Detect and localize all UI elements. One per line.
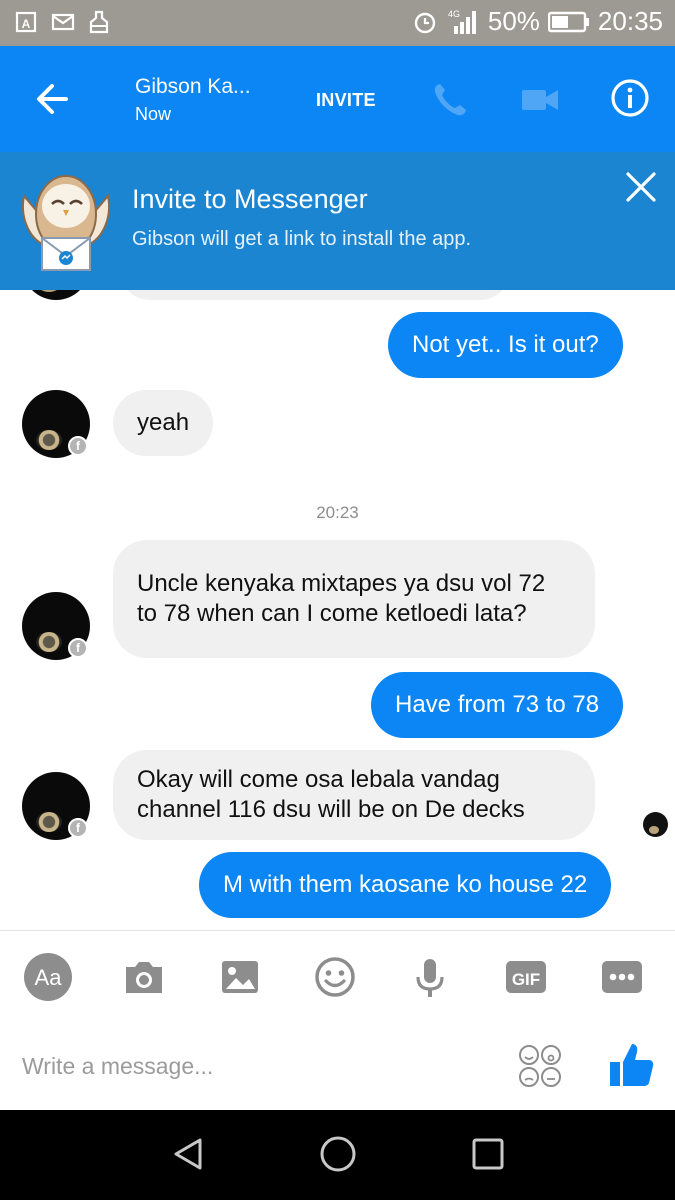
seen-indicator-avatar	[643, 812, 668, 837]
camera-icon[interactable]	[120, 953, 168, 1001]
facebook-badge-icon: f	[68, 436, 88, 456]
phone-icon[interactable]	[430, 80, 470, 120]
message-bubble-incoming[interactable]: Uncle kenyaka mixtapes ya dsu vol 72 to …	[113, 540, 595, 658]
info-icon[interactable]	[610, 78, 650, 118]
message-bubble-outgoing[interactable]: Not yet.. Is it out?	[388, 312, 623, 378]
message-input[interactable]	[22, 1048, 442, 1084]
microphone-icon[interactable]	[406, 953, 454, 1001]
banner-title: Invite to Messenger	[132, 184, 368, 214]
nav-recents-icon[interactable]	[468, 1134, 508, 1174]
message-text: M with them kaosane ko house 22	[223, 871, 588, 898]
facebook-badge-icon: f	[68, 638, 88, 658]
video-camera-icon[interactable]	[520, 84, 560, 116]
gallery-icon[interactable]	[216, 953, 264, 1001]
message-bubble-outgoing[interactable]: M with them kaosane ko house 22	[199, 852, 612, 918]
message-bubble-outgoing[interactable]: Have from 73 to 78	[371, 672, 624, 738]
contact-status: Now	[135, 104, 172, 124]
message-list[interactable]: Not yet.. Is it out? f yeah 20:23 f Uncl…	[0, 290, 675, 930]
message-text: yeah	[137, 409, 190, 436]
gif-icon[interactable]: GIF	[502, 953, 550, 1001]
message-timestamp: 20:23	[316, 503, 359, 522]
composer-toolbar: Aa GIF	[0, 930, 675, 1020]
mail-icon	[51, 13, 75, 31]
invite-button[interactable]: INVITE	[316, 90, 376, 111]
nav-back-icon[interactable]	[168, 1134, 208, 1174]
alarm-icon	[414, 12, 436, 33]
nav-home-icon[interactable]	[318, 1134, 358, 1174]
svg-text:Aa: Aa	[35, 965, 63, 990]
contact-info[interactable]: Gibson Ka... Now	[135, 74, 251, 128]
text-format-icon[interactable]: Aa	[24, 953, 72, 1001]
thumbs-up-icon[interactable]	[606, 1040, 656, 1090]
status-bar: A 4G 50% 20:35	[0, 0, 675, 46]
battery-percent: 50%	[487, 6, 540, 36]
message-text: Uncle kenyaka mixtapes ya dsu vol 72 to …	[137, 570, 546, 627]
svg-text:GIF: GIF	[512, 970, 540, 989]
clock: 20:35	[597, 6, 663, 36]
contact-name: Gibson Ka...	[135, 75, 251, 98]
cleaner-icon	[89, 10, 109, 34]
facebook-badge-icon: f	[68, 818, 88, 838]
svg-text:4G: 4G	[448, 9, 460, 19]
message-text: Not yet.. Is it out?	[412, 331, 599, 358]
system-nav-bar	[0, 1110, 675, 1200]
message-bubble-partial	[120, 290, 510, 300]
owl-mascot-icon	[22, 175, 110, 271]
warning-icon: A	[15, 11, 37, 33]
battery-icon	[547, 11, 589, 32]
back-arrow-icon[interactable]	[30, 76, 76, 122]
composer	[0, 1020, 675, 1110]
invite-banner[interactable]: Invite to Messenger Gibson will get a li…	[0, 152, 675, 290]
conversation-header: Gibson Ka... Now INVITE	[0, 46, 675, 152]
avatar-partial	[22, 290, 90, 300]
message-text: Okay will come osa lebala vandag channel…	[137, 766, 525, 823]
notification-icons: A	[14, 9, 112, 35]
message-bubble-incoming[interactable]: Okay will come osa lebala vandag channel…	[113, 750, 595, 840]
signal-icon: 4G	[448, 9, 476, 34]
system-status: 4G 50% 20:35	[412, 6, 663, 37]
message-text: Have from 73 to 78	[395, 691, 600, 718]
message-bubble-incoming[interactable]: yeah	[113, 390, 214, 456]
more-icon[interactable]	[598, 953, 646, 1001]
banner-subtitle: Gibson will get a link to install the ap…	[132, 228, 472, 250]
sticker-emoji-icon[interactable]	[518, 1044, 562, 1088]
emoji-icon[interactable]	[311, 953, 359, 1001]
close-icon[interactable]	[622, 168, 660, 206]
svg-text:A: A	[22, 17, 31, 31]
